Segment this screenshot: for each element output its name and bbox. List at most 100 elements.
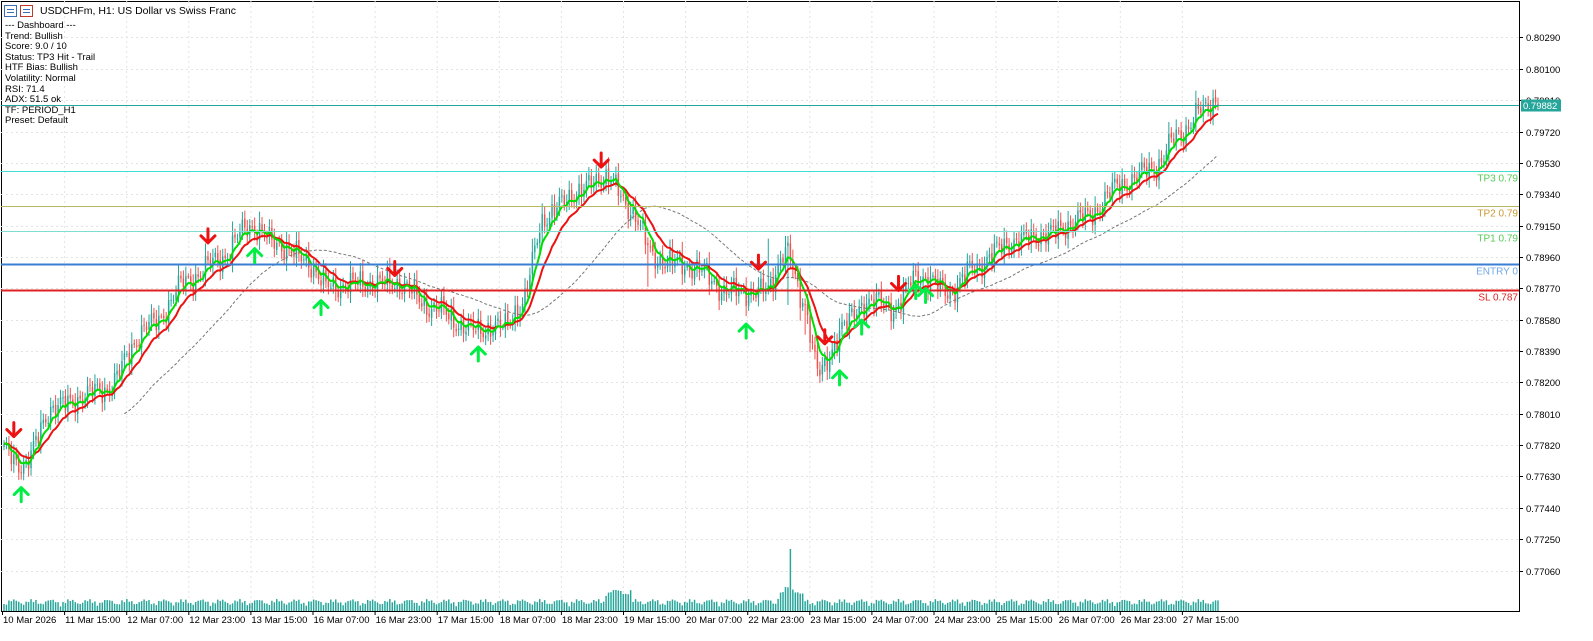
volume-bar (937, 601, 939, 611)
chart-window-icon[interactable] (20, 5, 33, 17)
volume-bar (1177, 600, 1180, 611)
volume-bar (175, 602, 177, 611)
x-axis-label: 20 Mar 07:00 (686, 615, 742, 626)
volume-bar (745, 601, 747, 611)
volume-bar (509, 604, 511, 611)
candle-body (720, 292, 723, 301)
candle-body (1177, 130, 1180, 132)
volume-bar (637, 601, 639, 611)
volume-bar (833, 602, 836, 611)
volume-bar (868, 605, 870, 611)
volume-bar (1064, 600, 1067, 611)
volume-bar (450, 603, 453, 611)
volume-bar (197, 600, 199, 611)
candle-body (988, 254, 991, 259)
level-label-tp3: TP3 0.79 (1477, 174, 1518, 185)
candle-body (266, 237, 268, 239)
x-axis-label: 26 Mar 23:00 (1121, 615, 1177, 626)
y-axis-label: 0.77060 (1526, 567, 1560, 578)
volume-bar (811, 603, 814, 611)
volume-bar (878, 600, 880, 611)
volume-bar (108, 600, 111, 611)
candle-body (123, 353, 126, 361)
volume-bar (118, 604, 121, 611)
volume-bar (231, 603, 234, 611)
volume-bar (170, 602, 172, 611)
volume-bar (327, 603, 330, 611)
candle-body (197, 274, 199, 277)
candle-body (1015, 238, 1018, 240)
volume-bar (261, 600, 263, 611)
volume-bar (1082, 602, 1084, 611)
volume-bar (610, 592, 612, 611)
volume-bar (578, 600, 580, 611)
volume-bar (575, 599, 578, 611)
volume-bar (504, 601, 507, 611)
volume-bar (408, 600, 411, 611)
volume-bar (67, 599, 69, 611)
candle-body (782, 257, 784, 263)
volume-bar (266, 603, 268, 611)
volume-bar (209, 605, 212, 611)
candle-body (1037, 244, 1040, 246)
volume-bar (185, 599, 187, 611)
volume-bar (998, 602, 1001, 611)
volume-bar (905, 604, 907, 611)
candle-body (654, 252, 656, 269)
candle-body (475, 331, 477, 333)
volume-bar (843, 599, 846, 611)
volume-bar (954, 601, 956, 611)
candle-body (162, 315, 165, 319)
volume-bar (846, 602, 848, 611)
candle-body (54, 404, 57, 416)
volume-bar (801, 593, 804, 611)
volume-bar (64, 603, 67, 611)
candle-body (1143, 162, 1146, 168)
volume-bar (433, 602, 435, 611)
volume-bar (303, 602, 305, 611)
volume-bar (615, 589, 617, 611)
chart-window[interactable]: TP3 0.79 TP2 0.79 TP1 0.79 ENTRY 0 SL 0.787 0… (0, 0, 1593, 641)
candle-body (841, 322, 843, 330)
volume-bar (192, 604, 194, 611)
volume-bar (703, 601, 706, 611)
volume-bar (315, 600, 317, 611)
candle-body (135, 345, 138, 347)
volume-bar (1192, 601, 1195, 611)
volume-bar (836, 603, 838, 611)
y-axis-label: 0.77630 (1526, 472, 1560, 483)
current-price-tag: 0.79882 (1521, 99, 1561, 112)
candle-body (1123, 179, 1126, 187)
volume-bar (305, 605, 308, 611)
volume-bar (167, 601, 170, 611)
level-label-tp2: TP2 0.79 (1477, 209, 1518, 220)
volume-bar (1138, 600, 1141, 611)
volume-bar (983, 602, 986, 611)
y-axis-label: 0.77250 (1526, 535, 1560, 546)
volume-bar (949, 602, 951, 611)
volume-bar (25, 601, 27, 611)
volume-bar (794, 592, 797, 611)
candle-body (1190, 127, 1192, 129)
volume-bar (939, 600, 942, 611)
candle-body (106, 388, 108, 391)
volume-bar (226, 602, 229, 611)
volume-bar (349, 600, 352, 611)
volume-bar (386, 601, 389, 611)
volume-bar (1018, 605, 1020, 611)
volume-bar (885, 602, 887, 611)
volume-bar (413, 602, 416, 611)
volume-bar (664, 604, 666, 611)
volume-bar (929, 601, 932, 611)
volume-bar (588, 603, 590, 611)
volume-bar (602, 601, 605, 611)
candle-body (310, 268, 312, 278)
list-icon[interactable] (4, 5, 17, 17)
volume-bar (45, 601, 47, 611)
price-chart[interactable]: TP3 0.79 TP2 0.79 TP1 0.79 ENTRY 0 SL 0.787 0… (0, 0, 1593, 641)
volume-bar (1197, 599, 1200, 611)
volume-bar (647, 601, 649, 611)
volume-bar (718, 606, 720, 611)
x-axis-label: 27 Mar 15:00 (1183, 615, 1239, 626)
candle-body (878, 292, 880, 295)
